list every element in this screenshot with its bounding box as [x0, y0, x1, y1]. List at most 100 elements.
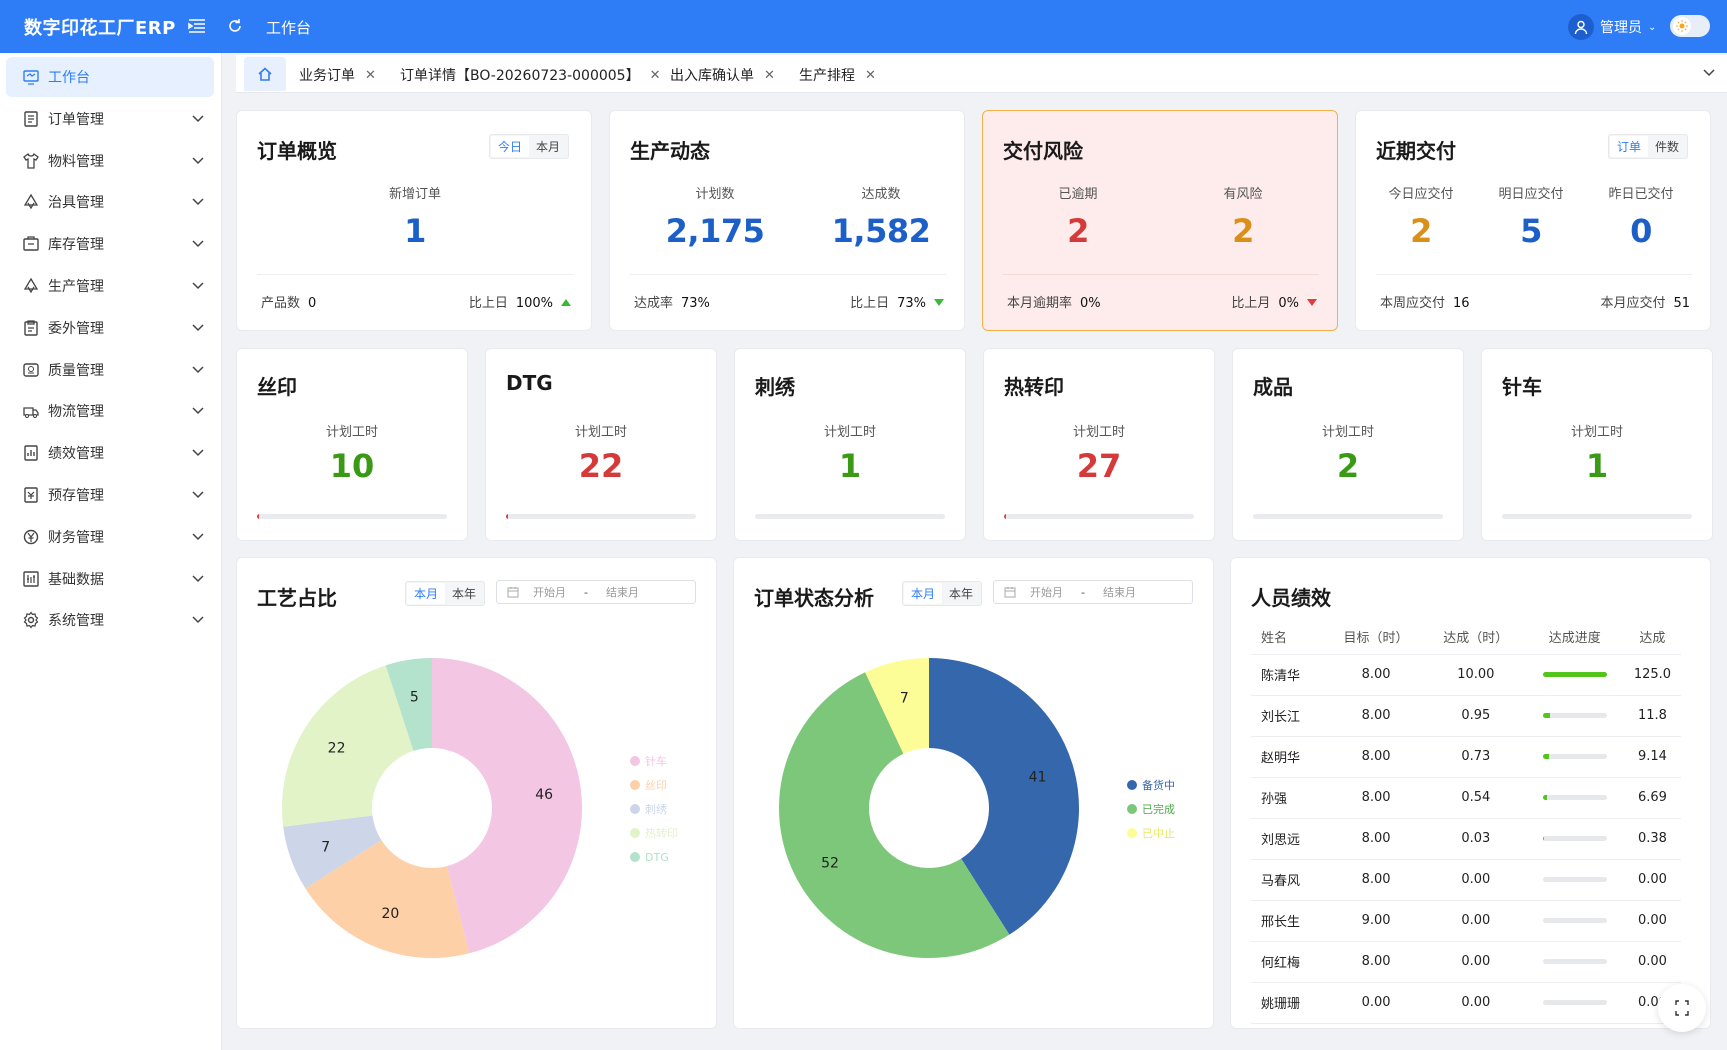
card-title: 工艺占比 [257, 586, 337, 610]
sidebar-item-1[interactable]: 订单管理 [6, 99, 214, 139]
sidebar-item-2[interactable]: 物料管理 [6, 141, 214, 181]
start-month-input[interactable]: 开始月 [1030, 584, 1063, 600]
seg-pieces[interactable]: 件数 [1648, 136, 1686, 157]
user-menu[interactable]: 管理员 ⌄ [1568, 14, 1656, 40]
column-header[interactable]: 姓名 [1251, 620, 1327, 655]
tab-home[interactable] [244, 57, 286, 91]
stat-value: 1 [838, 447, 862, 485]
sidebar-item-3[interactable]: 治具管理 [6, 182, 214, 222]
close-icon[interactable]: ✕ [365, 68, 376, 83]
stat-value: 10 [329, 447, 375, 485]
close-icon[interactable]: ✕ [865, 68, 876, 83]
legend-item[interactable]: 已中止 [1127, 821, 1175, 845]
start-month-input[interactable]: 开始月 [533, 584, 566, 600]
legend-item[interactable]: 针车 [630, 749, 678, 773]
refresh-icon[interactable] [224, 15, 246, 37]
tab-business-orders[interactable]: 业务订单 ✕ [299, 65, 376, 85]
seg-orders[interactable]: 订单 [1610, 136, 1649, 157]
seg-month[interactable]: 本月 [904, 583, 943, 604]
slice-label: 7 [900, 691, 909, 707]
sidebar-item-13[interactable]: 系统管理 [6, 600, 214, 640]
process-card: DTG 计划工时 22 [485, 348, 717, 541]
tab-stock-confirm[interactable]: 出入库确认单 ✕ [670, 65, 775, 85]
card-title: DTG [506, 371, 553, 395]
sidebar-item-6[interactable]: 委外管理 [6, 308, 214, 348]
table-row[interactable]: 邢长生 9.00 0.00 0.00 [1251, 900, 1681, 942]
legend-item[interactable]: 刺绣 [630, 797, 678, 821]
sidebar-item-label: 物流管理 [48, 404, 104, 421]
table-row[interactable]: 何红梅 8.00 0.00 0.00 [1251, 941, 1681, 983]
progress-bar [1502, 514, 1692, 519]
table-row[interactable]: 孙强 8.00 0.54 6.69 [1251, 777, 1681, 819]
column-header[interactable]: 目标（时） [1326, 620, 1426, 655]
stat-label: 计划工时 [1072, 425, 1125, 440]
stat-value: 1 [1585, 447, 1609, 485]
legend-item[interactable]: DTG [630, 845, 678, 869]
seg-month[interactable]: 本月 [529, 136, 567, 157]
chevron-down-icon[interactable] [1703, 65, 1715, 81]
sidebar-item-12[interactable]: 基础数据 [6, 559, 214, 599]
sidebar-item-label: 财务管理 [48, 529, 104, 546]
cell-target: 8.00 [1326, 695, 1426, 737]
period-toggle: 本月 本年 [405, 581, 486, 606]
progress-bar [1004, 514, 1194, 519]
end-month-input[interactable]: 结束月 [606, 584, 639, 600]
table-row[interactable]: 姚珊珊 0.00 0.00 0.00 [1251, 982, 1681, 1024]
column-header[interactable]: 达成 [1623, 620, 1681, 655]
menu-collapse-icon[interactable] [186, 15, 208, 37]
progress-bar [1542, 713, 1607, 718]
tab-order-detail[interactable]: 订单详情【BO-20260723-000005】 ✕ [400, 65, 660, 85]
sidebar-item-5[interactable]: 生产管理 [6, 266, 214, 306]
seg-month[interactable]: 本月 [407, 583, 446, 604]
stat-yesterday: 昨日已交付 0 [1608, 187, 1674, 250]
table-row[interactable]: 赵明华 8.00 0.73 9.14 [1251, 736, 1681, 778]
sidebar-item-7[interactable]: 质量管理 [6, 350, 214, 390]
cell-name: 刘长江 [1251, 695, 1327, 737]
card-title: 订单概览 [257, 139, 337, 163]
expand-icon [1675, 1000, 1689, 1016]
cell-rate: 125.0 [1623, 654, 1681, 696]
calendar-icon [507, 586, 519, 598]
scroll-helper-button[interactable] [1658, 984, 1706, 1032]
table-row[interactable]: 刘长江 8.00 0.95 11.8 [1251, 695, 1681, 737]
avatar [1568, 14, 1594, 40]
sidebar-item-11[interactable]: 财务管理 [6, 517, 214, 557]
chart-icon [22, 444, 40, 462]
legend-item[interactable]: 已完成 [1127, 797, 1175, 821]
card-title: 交付风险 [1003, 139, 1083, 163]
user-name: 管理员 [1600, 20, 1642, 36]
legend-swatch [630, 780, 640, 790]
foot-vs-yesterday: 比上日 73% [850, 292, 944, 311]
column-header[interactable]: 达成进度 [1525, 620, 1624, 655]
legend-item[interactable]: 备货中 [1127, 773, 1175, 797]
sidebar-item-8[interactable]: 物流管理 [6, 391, 214, 431]
sidebar-item-10[interactable]: 预存管理 [6, 475, 214, 515]
seg-today[interactable]: 今日 [491, 136, 530, 157]
legend-label: 刺绣 [645, 803, 667, 816]
cell-target: 8.00 [1326, 859, 1426, 901]
close-icon[interactable]: ✕ [650, 68, 661, 83]
end-month-input[interactable]: 结束月 [1103, 584, 1136, 600]
cell-done: 0.54 [1425, 777, 1526, 819]
divider [257, 274, 573, 275]
close-icon[interactable]: ✕ [764, 68, 775, 83]
seg-year[interactable]: 本年 [942, 583, 980, 604]
column-header[interactable]: 达成（时） [1425, 620, 1526, 655]
order-status-card: 订单状态分析 本月 本年 开始月 - 结束月 41 52 7 备货中 已完成 已中止 [733, 557, 1214, 1029]
table-row[interactable]: 陈清华 8.00 10.00 125.0 [1251, 654, 1681, 696]
theme-toggle[interactable] [1670, 15, 1710, 37]
table-row[interactable]: 马春风 8.00 0.00 0.00 [1251, 859, 1681, 901]
legend-item[interactable]: 丝印 [630, 773, 678, 797]
sidebar-item-9[interactable]: 绩效管理 [6, 433, 214, 473]
sidebar-item-0[interactable]: 工作台 [6, 57, 214, 97]
tab-schedule[interactable]: 生产排程 ✕ [799, 65, 876, 85]
month-range-picker[interactable]: 开始月 - 结束月 [993, 580, 1193, 604]
sidebar-item-4[interactable]: 库存管理 [6, 224, 214, 264]
table-row[interactable]: 刘思远 8.00 0.03 0.38 [1251, 818, 1681, 860]
legend-item[interactable]: 热转印 [630, 821, 678, 845]
month-range-picker[interactable]: 开始月 - 结束月 [496, 580, 696, 604]
chevron-down-icon [192, 612, 204, 628]
seg-year[interactable]: 本年 [445, 583, 483, 604]
cell-target: 9.00 [1326, 900, 1426, 942]
list-icon [22, 110, 40, 128]
